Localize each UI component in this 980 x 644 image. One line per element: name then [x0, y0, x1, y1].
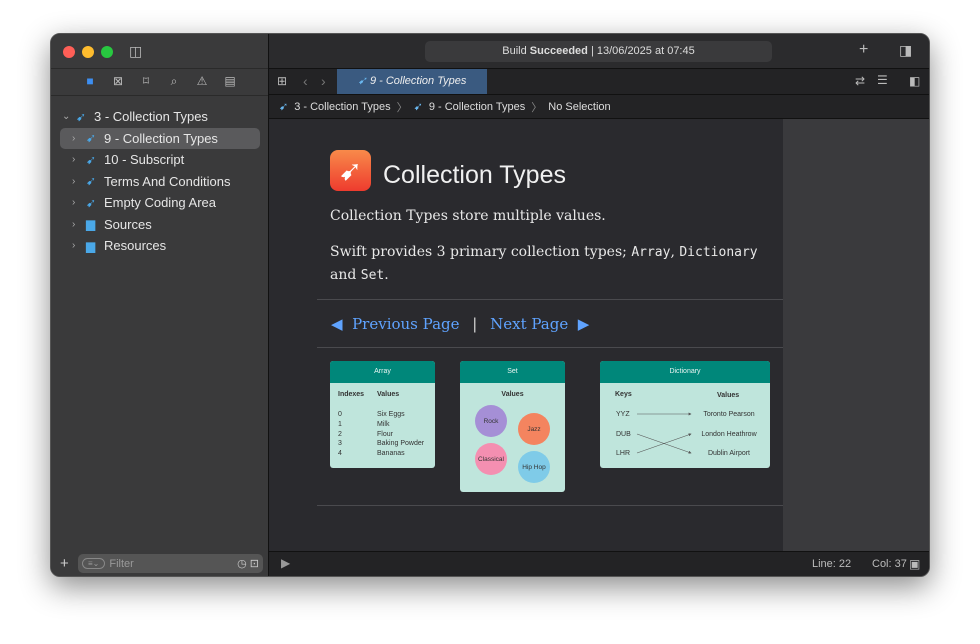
swap-icon[interactable]: ⇄ — [855, 74, 865, 88]
file-tree: ⌄➹3 - Collection Types ›➹9 - Collection … — [51, 106, 269, 257]
window-controls — [63, 46, 113, 58]
chevron-right-icon[interactable]: › — [72, 176, 86, 187]
set-value: Rock — [475, 405, 507, 437]
next-page-link[interactable]: Next Page ▶ — [490, 315, 589, 333]
dict-value: London Heathrow — [690, 431, 768, 438]
recent-icon[interactable]: ◷ ⊡ — [237, 557, 259, 570]
add-icon[interactable]: + — [60, 555, 69, 572]
column-number: Col: 37 — [872, 558, 907, 570]
array-row: 4Bananas — [338, 449, 424, 459]
paragraph: Swift provides 3 primary collection type… — [330, 241, 780, 287]
swift-icon: ➹ — [414, 100, 423, 113]
tree-item-9-collection-types[interactable]: ›➹9 - Collection Types — [60, 128, 260, 150]
swift-icon: ➹ — [86, 174, 104, 188]
chevron-right-icon[interactable]: › — [72, 154, 86, 165]
swift-icon: ➹ — [86, 131, 104, 145]
swift-icon: ➹ — [86, 196, 104, 210]
run-icon[interactable]: ▶ — [281, 556, 290, 570]
debug-area-toggle-icon[interactable]: ▣ — [909, 557, 920, 571]
dict-key: LHR — [616, 450, 630, 457]
status-bar: ▶ Line: 22 Col: 37 ▣ — [269, 551, 929, 576]
tree-item-10-subscript[interactable]: ›➹10 - Subscript — [60, 149, 260, 171]
array-card: Array Indexes Values 0Six Eggs1Milk2Flou… — [330, 361, 435, 468]
page-nav: ◀ Previous Page | Next Page ▶ — [331, 313, 589, 335]
array-row: 2Flour — [338, 430, 424, 440]
navigator-sidebar: ◫ ■ ⊠ ⌑ ⌕ ⚠ ▤ ⌄➹3 - Collection Types ›➹9… — [51, 34, 269, 576]
tree-item-empty-coding[interactable]: ›➹Empty Coding Area — [60, 192, 260, 214]
grid-icon[interactable]: ⊞ — [277, 74, 287, 88]
tab-9-collection-types[interactable]: ➹ 9 - Collection Types — [337, 69, 487, 94]
dict-value: Toronto Pearson — [690, 411, 768, 418]
chevron-right-icon[interactable]: › — [72, 219, 86, 230]
page-title: Collection Types — [383, 161, 566, 190]
folder-icon: ▆ — [86, 239, 104, 253]
sidebar-toggle-icon[interactable]: ◫ — [129, 43, 142, 60]
tree-item-sources[interactable]: ›▆Sources — [60, 214, 260, 236]
swift-icon: ➹ — [76, 110, 94, 124]
dict-key: DUB — [616, 431, 631, 438]
title-bar: Build Succeeded | 13/06/2025 at 07:45 + … — [269, 34, 929, 69]
array-row: 3Baking Powder — [338, 439, 424, 449]
forward-icon[interactable]: › — [321, 73, 326, 89]
inspector-toggle-icon[interactable]: ◨ — [899, 42, 912, 59]
breadcrumb-item[interactable]: 3 - Collection Types — [294, 101, 390, 113]
playground-doc: ➹ Collection Types Collection Types stor… — [269, 119, 783, 553]
chevron-right-icon[interactable]: › — [72, 197, 86, 208]
build-status: Build Succeeded | 13/06/2025 at 07:45 — [425, 41, 772, 62]
swift-icon: ➹ — [279, 100, 288, 113]
tree-item-terms[interactable]: ›➹Terms And Conditions — [60, 171, 260, 193]
add-editor-icon[interactable]: ◧ — [909, 74, 920, 88]
swift-icon: ➹ — [86, 153, 104, 167]
set-value: Hip Hop — [518, 451, 550, 483]
swift-icon: ➹ — [358, 75, 367, 87]
add-icon[interactable]: + — [859, 41, 868, 59]
line-number: Line: 22 — [812, 558, 851, 570]
chevron-right-icon[interactable]: › — [72, 240, 86, 251]
warning-icon[interactable]: ⚠ — [195, 74, 209, 89]
minimize-button[interactable] — [82, 46, 94, 58]
breadcrumb-item[interactable]: No Selection — [548, 101, 610, 113]
set-value: Classical — [475, 443, 507, 475]
swift-logo-icon: ➹ — [330, 150, 371, 191]
dict-value: Dublin Airport — [690, 450, 768, 457]
tab-bar: ⊞ ‹ › ➹ 9 - Collection Types ⇄ ☰ ◧ — [269, 69, 929, 95]
source-control-icon[interactable]: ⊠ — [111, 74, 125, 89]
back-icon[interactable]: ‹ — [303, 73, 308, 89]
folder-icon: ▆ — [86, 217, 104, 231]
set-value: Jazz — [518, 413, 550, 445]
dict-key: YYZ — [616, 411, 630, 418]
zoom-button[interactable] — [101, 46, 113, 58]
search-icon[interactable]: ⌕ — [167, 74, 181, 89]
bookmark-icon[interactable]: ⌑ — [139, 74, 153, 89]
array-row: 0Six Eggs — [338, 410, 424, 420]
tree-item-3-collection-types[interactable]: ⌄➹3 - Collection Types — [60, 106, 260, 128]
inspector-panel — [783, 119, 929, 553]
report-icon[interactable]: ▤ — [223, 74, 237, 89]
editor-options-icon[interactable]: ☰ — [877, 73, 888, 87]
chevron-down-icon[interactable]: ⌄ — [62, 111, 76, 122]
close-button[interactable] — [63, 46, 75, 58]
filter-input[interactable]: ≡⌄Filter◷ ⊡ — [78, 554, 263, 573]
previous-page-link[interactable]: ◀ Previous Page — [331, 315, 460, 333]
tree-item-resources[interactable]: ›▆Resources — [60, 235, 260, 257]
array-row: 1Milk — [338, 420, 424, 430]
paragraph: Collection Types store multiple values. — [330, 205, 780, 227]
set-card: Set Values RockJazzClassicalHip Hop — [460, 361, 565, 492]
chevron-right-icon[interactable]: › — [72, 133, 86, 144]
dictionary-card: Dictionary Keys Values YYZToronto Pearso… — [600, 361, 770, 468]
filter-options-icon[interactable]: ≡⌄ — [82, 558, 105, 569]
navigator-tabs: ■ ⊠ ⌑ ⌕ ⚠ ▤ — [51, 74, 269, 89]
breadcrumb-item[interactable]: 9 - Collection Types — [429, 101, 525, 113]
breadcrumb: ➹3 - Collection Types〉 ➹9 - Collection T… — [269, 95, 929, 119]
folder-icon[interactable]: ■ — [83, 74, 97, 89]
xcode-window: ◫ ■ ⊠ ⌑ ⌕ ⚠ ▤ ⌄➹3 - Collection Types ›➹9… — [50, 33, 930, 577]
